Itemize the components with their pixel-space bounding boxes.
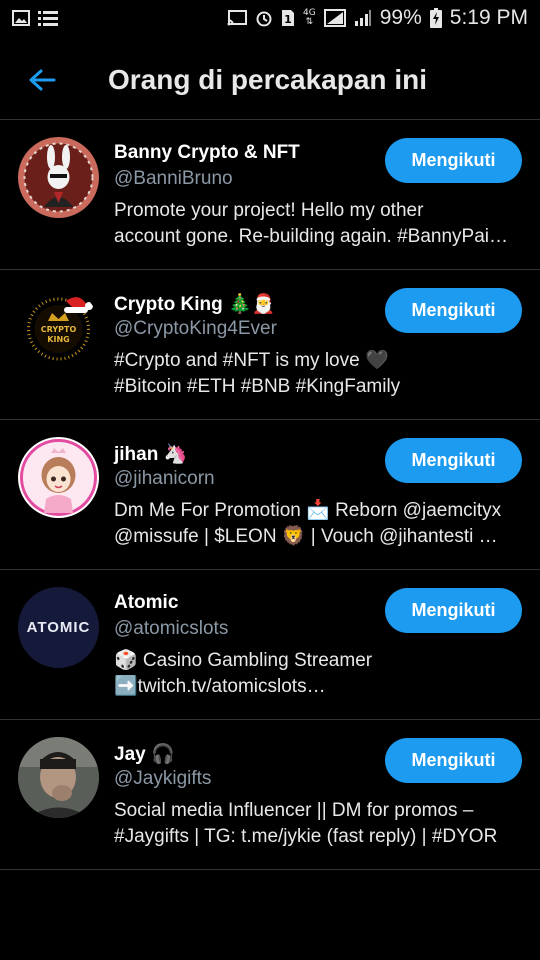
user-list: Banny Crypto & NFT @BanniBruno Promote y… bbox=[0, 120, 540, 870]
clock: 5:19 PM bbox=[449, 6, 528, 29]
bio-line: #Bitcoin #ETH #BNB #KingFamily bbox=[114, 376, 401, 397]
user-handle: @CryptoKing4Ever bbox=[114, 318, 277, 339]
user-bio: #Crypto and #NFT is my love 🖤 #Bitcoin #… bbox=[114, 348, 524, 400]
signal-bars-icon bbox=[354, 9, 372, 27]
user-bio: Social media Influencer || DM for promos… bbox=[114, 798, 524, 850]
user-name: jihan 🦄 bbox=[114, 444, 188, 465]
user-handle: @jihanicorn bbox=[114, 468, 215, 489]
bio-line: Social media Influencer || DM for promos… bbox=[114, 800, 474, 821]
avatar[interactable] bbox=[18, 737, 99, 818]
page-title: Orang di percakapan ini bbox=[108, 63, 427, 95]
list-item[interactable]: Banny Crypto & NFT @BanniBruno Promote y… bbox=[0, 120, 540, 270]
alarm-icon bbox=[255, 9, 273, 27]
status-bar-right: 1 4G ⇅ 99% 5:19 PM bbox=[227, 6, 528, 30]
bio-line: 🎲 Casino Gambling Streamer bbox=[114, 650, 373, 671]
user-name: Jay 🎧 bbox=[114, 744, 175, 765]
image-notification-icon bbox=[12, 10, 30, 26]
following-button[interactable]: Mengikuti bbox=[385, 138, 522, 183]
list-item[interactable]: jihan 🦄 @jihanicorn Dm Me For Promotion … bbox=[0, 420, 540, 570]
user-name: Banny Crypto & NFT bbox=[114, 142, 300, 163]
cast-icon bbox=[227, 10, 248, 26]
user-bio: Promote your project! Hello my other acc… bbox=[114, 198, 524, 250]
user-bio: Dm Me For Promotion 📩 Reborn @jaemcityx … bbox=[114, 498, 524, 550]
sim-one-icon: 1 bbox=[281, 9, 295, 27]
battery-percent: 99% bbox=[379, 6, 422, 29]
user-name: Crypto King 🎄🎅 bbox=[114, 294, 276, 315]
network-type-icon: 4G ⇅ bbox=[303, 8, 316, 27]
user-bio: 🎲 Casino Gambling Streamer ➡️twitch.tv/a… bbox=[114, 648, 524, 700]
back-button[interactable] bbox=[17, 55, 67, 105]
bio-line: Dm Me For Promotion 📩 Reborn @jaemcityx bbox=[114, 500, 502, 521]
bio-line: #Crypto and #NFT is my love 🖤 bbox=[114, 350, 389, 371]
user-handle: @Jaykigifts bbox=[114, 768, 212, 789]
svg-text:1: 1 bbox=[284, 13, 292, 26]
bio-line: ➡️twitch.tv/atomicslots… bbox=[114, 676, 326, 697]
bio-line: #Jaygifts | TG: t.me/jykie (fast reply) … bbox=[114, 826, 498, 847]
following-button[interactable]: Mengikuti bbox=[385, 438, 522, 483]
avatar-text: KING bbox=[47, 335, 69, 344]
avatar[interactable] bbox=[18, 437, 99, 518]
list-item[interactable]: ATOMIC Atomic @atomicslots 🎲 Casino Gamb… bbox=[0, 570, 540, 720]
battery-charging-icon bbox=[429, 8, 442, 28]
user-handle: @BanniBruno bbox=[114, 168, 233, 189]
bio-line: Promote your project! Hello my other bbox=[114, 200, 424, 221]
bio-line: account gone. Re-building again. #BannyP… bbox=[114, 226, 508, 247]
following-button[interactable]: Mengikuti bbox=[385, 588, 522, 633]
list-item[interactable]: CRYPTO KING Crypto King 🎄🎅 @CryptoKing4E… bbox=[0, 270, 540, 420]
avatar[interactable] bbox=[18, 137, 99, 218]
avatar-text: CRYPTO bbox=[41, 325, 77, 334]
bio-line: @missufe | $LEON 🦁 | Vouch @jihantesti … bbox=[114, 526, 498, 547]
avatar[interactable]: CRYPTO KING bbox=[18, 287, 99, 368]
following-button[interactable]: Mengikuti bbox=[385, 738, 522, 783]
avatar-text: ATOMIC bbox=[26, 619, 91, 636]
top-app-bar: Orang di percakapan ini bbox=[0, 40, 540, 120]
status-bar: 1 4G ⇅ 99% 5:19 PM bbox=[0, 0, 540, 36]
avatar[interactable]: ATOMIC bbox=[18, 587, 99, 668]
status-bar-left bbox=[12, 10, 58, 26]
back-arrow-icon bbox=[29, 69, 56, 90]
user-name: Atomic bbox=[114, 592, 179, 613]
list-item[interactable]: Jay 🎧 @Jaykigifts Social media Influence… bbox=[0, 720, 540, 870]
signal-icon bbox=[323, 9, 346, 27]
list-notification-icon bbox=[38, 10, 58, 26]
user-handle: @atomicslots bbox=[114, 618, 229, 639]
following-button[interactable]: Mengikuti bbox=[385, 288, 522, 333]
